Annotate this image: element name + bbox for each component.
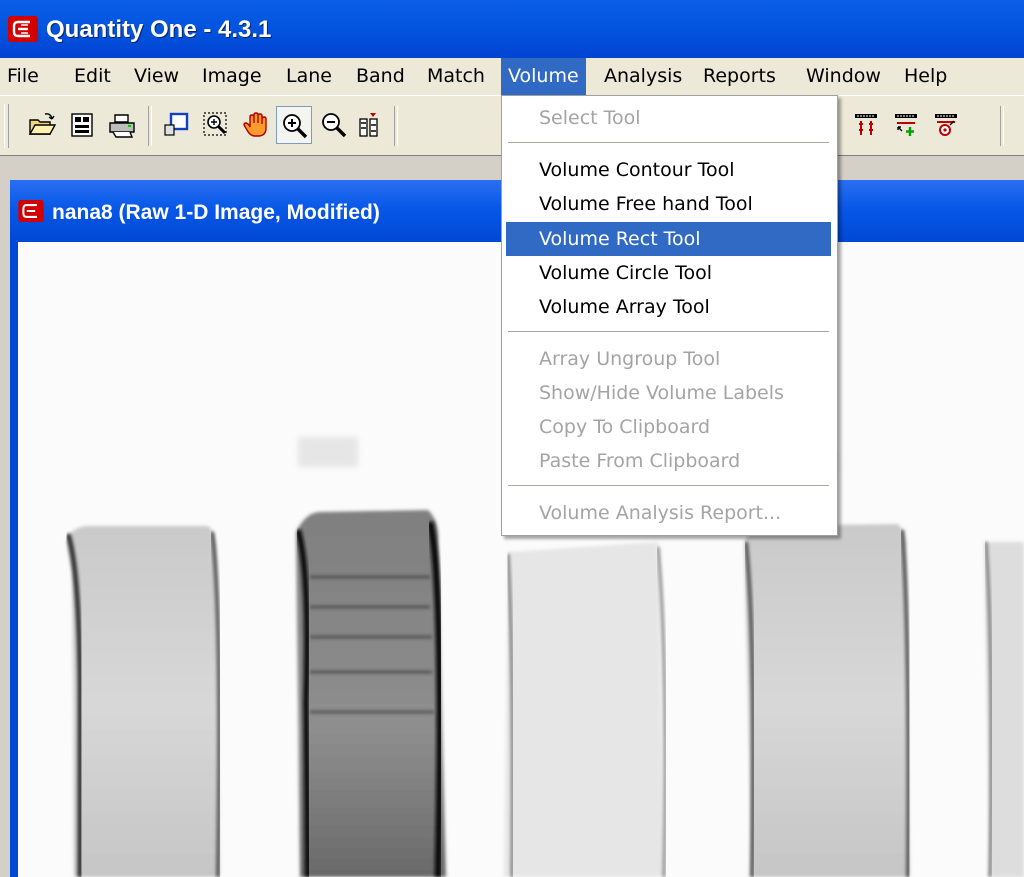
menu-help[interactable]: Help: [897, 58, 954, 95]
select-region-icon: [164, 112, 189, 136]
menu-reports[interactable]: Reports: [696, 58, 783, 95]
menu-separator: [508, 485, 829, 487]
match-bands-icon: [855, 114, 877, 135]
menu-item-show-hide-volume-labels[interactable]: Show/Hide Volume Labels: [506, 376, 831, 410]
menu-item-select-tool[interactable]: Select Tool: [506, 101, 831, 135]
menu-analysis[interactable]: Analysis: [597, 58, 689, 95]
properties-icon: [71, 113, 93, 137]
menu-item-volume-rect-tool[interactable]: Volume Rect Tool: [506, 222, 831, 256]
menu-item-copy-to-clipboard[interactable]: Copy To Clipboard: [506, 410, 831, 444]
menu-item-volume-array-tool[interactable]: Volume Array Tool: [506, 290, 831, 324]
zoom-in-button[interactable]: [276, 106, 312, 144]
volume-menu-dropdown: Select Tool Volume Contour Tool Volume F…: [501, 95, 838, 536]
menu-match[interactable]: Match: [420, 58, 492, 95]
menu-separator: [508, 331, 829, 333]
print-icon: [109, 114, 135, 138]
menu-item-paste-from-clipboard[interactable]: Paste From Clipboard: [506, 444, 831, 478]
menu-separator: [508, 142, 829, 144]
menu-window[interactable]: Window: [799, 58, 888, 95]
menu-band[interactable]: Band: [349, 58, 412, 95]
open-folder-icon: [28, 113, 56, 135]
menu-item-array-ungroup-tool[interactable]: Array Ungroup Tool: [506, 342, 831, 376]
menu-file[interactable]: File: [0, 58, 46, 95]
menu-lane[interactable]: Lane: [279, 58, 339, 95]
quantity-one-app-icon[interactable]: [8, 16, 38, 47]
zoom-in-icon: [283, 114, 308, 139]
menu-edit[interactable]: Edit: [67, 58, 118, 95]
add-band-icon: [895, 114, 917, 136]
menu-item-volume-contour-tool[interactable]: Volume Contour Tool: [506, 153, 831, 187]
lane-profile-button[interactable]: [352, 106, 388, 144]
document-icon[interactable]: [18, 200, 44, 227]
open-file-button[interactable]: [24, 106, 60, 144]
toolbar-separator: [1000, 106, 1004, 146]
menu-item-volume-free-hand-tool[interactable]: Volume Free hand Tool: [506, 187, 831, 221]
zoom-out-icon: [322, 113, 347, 138]
document-title: nana8 (Raw 1-D Image, Modified): [52, 201, 380, 224]
zoom-box-button[interactable]: [198, 106, 234, 144]
print-button[interactable]: [104, 106, 140, 144]
menu-item-volume-circle-tool[interactable]: Volume Circle Tool: [506, 256, 831, 290]
match-bands-button[interactable]: [848, 106, 884, 144]
zoom-out-button[interactable]: [316, 106, 352, 144]
menu-item-volume-analysis-report[interactable]: Volume Analysis Report...: [506, 496, 831, 530]
grab-button[interactable]: [238, 106, 274, 144]
lane-profile-icon: [359, 113, 378, 137]
menu-bar: File Edit View Image Lane Band Match Vol…: [0, 58, 1024, 95]
menu-view[interactable]: View: [127, 58, 186, 95]
add-band-button[interactable]: [888, 106, 924, 144]
menu-image[interactable]: Image: [195, 58, 269, 95]
zoom-box-icon: [203, 112, 227, 136]
toolbar-grip[interactable]: [4, 104, 9, 148]
toolbar-separator: [394, 106, 398, 146]
toolbar-separator: [148, 106, 152, 146]
properties-button[interactable]: [64, 106, 100, 144]
menu-volume[interactable]: Volume: [501, 58, 586, 95]
app-title-bar[interactable]: Quantity One - 4.3.1: [0, 0, 1024, 58]
grab-hand-icon: [243, 112, 267, 137]
band-attributes-button[interactable]: [928, 106, 964, 144]
band-attributes-icon: [935, 114, 957, 136]
select-region-button[interactable]: [158, 106, 194, 144]
app-title: Quantity One - 4.3.1: [46, 16, 272, 43]
